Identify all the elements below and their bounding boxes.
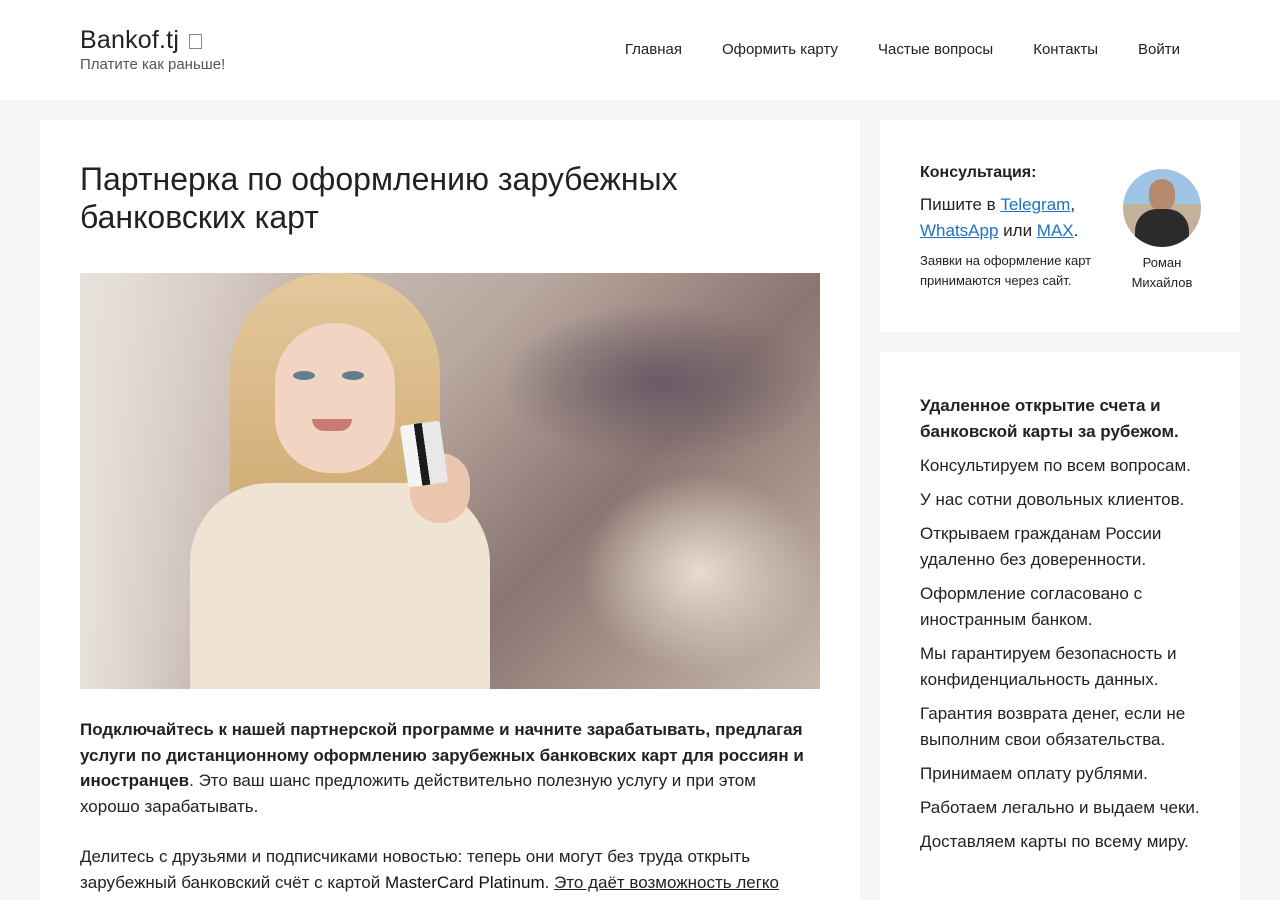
telegram-link[interactable]: Telegram (1000, 195, 1070, 214)
nav-item-home[interactable]: Главная (625, 38, 682, 62)
features-title: Удаленное открытие счета и банковской ка… (920, 396, 1179, 441)
whatsapp-link[interactable]: WhatsApp (920, 221, 998, 240)
nav-item-contacts[interactable]: Контакты (1033, 38, 1098, 62)
feature-item: Работаем легально и выдаем чеки. (920, 798, 1200, 817)
hero-bg-light (580, 473, 820, 673)
article: Партнерка по оформлению зарубежных банко… (40, 120, 860, 900)
consult-widget: Консультация: Пишите в Telegram, WhatsAp… (880, 120, 1240, 332)
lead-paragraph: Подключайтесь к нашей партнерской програ… (80, 717, 820, 819)
hero-eye-right (342, 371, 364, 380)
avatar-torso (1135, 209, 1189, 247)
hero-eye-left (293, 371, 315, 380)
share-link[interactable]: Это даёт возможность легко (554, 873, 779, 892)
share-paragraph: Делитесь с друзьями и подписчиками новос… (80, 844, 820, 895)
feature-item: Открываем гражданам России удаленно без … (920, 524, 1162, 569)
max-link[interactable]: MAX (1037, 221, 1074, 240)
site-tagline: Платите как раньше! (80, 56, 226, 73)
hero-face (275, 323, 395, 473)
feature-item: Оформление согласовано с иностранным бан… (920, 584, 1143, 629)
site-title: Bankof.tj (80, 24, 225, 56)
flag-icon (189, 33, 203, 49)
nav-item-login[interactable]: Войти (1138, 38, 1180, 62)
hero-bg-shop (500, 303, 820, 463)
page-title: Партнерка по оформлению зарубежных банко… (80, 161, 678, 235)
hero-mouth (312, 419, 352, 431)
comma: , (1070, 195, 1076, 214)
consult-note: Заявки на оформление карт принимаются че… (920, 253, 1092, 288)
or-text: или (998, 221, 1037, 240)
consult-contacts: Пишите в Telegram, WhatsApp или MAX. (920, 192, 1110, 244)
feature-item: Доставляем карты по всему миру. (920, 832, 1189, 851)
site-title-link[interactable]: Bankof.tj (80, 24, 179, 56)
share-sep: . (544, 872, 555, 892)
nav-item-faq[interactable]: Частые вопросы (878, 38, 993, 62)
avatar-head (1149, 179, 1175, 211)
hero-image (80, 273, 820, 689)
features-widget: Удаленное открытие счета и банковской ка… (880, 352, 1240, 900)
period: . (1073, 221, 1079, 240)
feature-item: Консультируем по всем вопросам. (920, 456, 1191, 475)
main-nav: Главная Оформить карту Частые вопросы Ко… (585, 38, 1180, 62)
feature-item: Принимаем оплату рублями. (920, 764, 1148, 783)
feature-item: Мы гарантируем безопасность и конфиденци… (920, 644, 1177, 689)
feature-item: У нас сотни довольных клиентов. (920, 490, 1185, 509)
bank-card-icon (399, 420, 449, 488)
card-brand: MasterCard Platinum (384, 872, 545, 892)
avatar (1123, 169, 1201, 247)
brand: Bankof.tj Платите как раньше! (80, 24, 225, 74)
consultant-name: Роман Михайлов (1131, 255, 1193, 290)
site-header: Bankof.tj Платите как раньше! Главная Оф… (0, 0, 1280, 100)
nav-item-order-card[interactable]: Оформить карту (722, 38, 838, 62)
write-prefix: Пишите в (920, 195, 1001, 214)
feature-item: Гарантия возврата денег, если не выполни… (920, 704, 1186, 749)
